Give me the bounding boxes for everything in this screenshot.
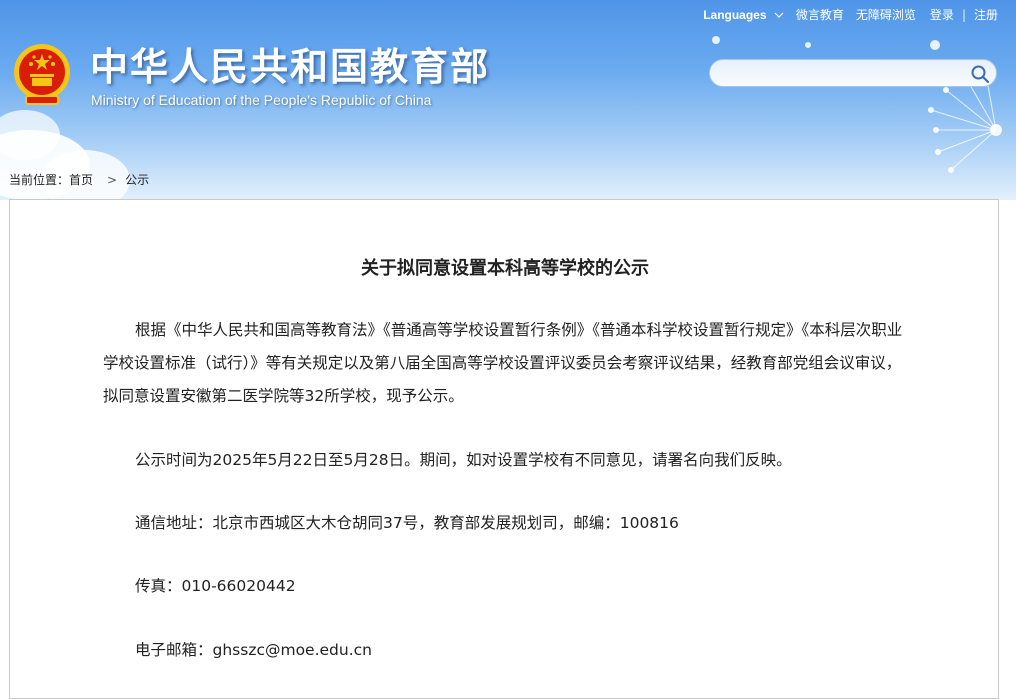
article-paragraph: 通信地址：北京市西城区大木仓胡同37号，教育部发展规划司，邮编：100816 bbox=[135, 514, 679, 532]
divider: | bbox=[961, 7, 966, 22]
login-link[interactable]: 登录 bbox=[930, 6, 954, 23]
languages-label: Languages bbox=[703, 7, 767, 22]
top-navigation: Languages 微言教育 无障碍浏览 登录 | 注册 bbox=[691, 6, 998, 23]
article-paragraph: 传真：010-66020442 bbox=[135, 577, 296, 595]
article-title: 关于拟同意设置本科高等学校的公示 bbox=[361, 258, 649, 279]
breadcrumb-prefix: 当前位置： bbox=[9, 173, 70, 187]
dandelion-decoration bbox=[928, 72, 1002, 173]
breadcrumb: 当前位置：首页 > 公示 bbox=[9, 171, 155, 188]
site-title[interactable]: 中华人民共和国教育部 bbox=[90, 44, 490, 90]
chevron-right-icon: > bbox=[107, 173, 118, 187]
breadcrumb-current[interactable]: 公示 bbox=[125, 173, 149, 187]
register-link[interactable]: 注册 bbox=[974, 6, 998, 23]
dandelion-seed bbox=[805, 42, 811, 48]
article-paragraph: 公示时间为2025年5月22日至5月28日。期间，如对设置学校有不同意见，请署名… bbox=[135, 451, 792, 469]
search-icon[interactable] bbox=[970, 64, 990, 84]
dandelion-seed bbox=[712, 36, 720, 44]
site-subtitle: Ministry of Education of the People's Re… bbox=[91, 92, 432, 108]
national-emblem-icon bbox=[14, 44, 70, 105]
site-header: 中华人民共和国教育部 Ministry of Education of the … bbox=[0, 0, 1016, 200]
breadcrumb-home[interactable]: 首页 bbox=[69, 173, 93, 187]
article-paragraph: 电子邮箱：ghsszc@moe.edu.cn bbox=[135, 641, 372, 659]
article-paragraph: 根据《中华人民共和国高等教育法》《普通高等学校设置暂行条例》《普通本科学校设置暂… bbox=[103, 321, 903, 405]
search-box bbox=[709, 59, 997, 87]
dandelion-seed bbox=[930, 40, 940, 50]
chevron-down-icon bbox=[774, 12, 784, 19]
search-input[interactable] bbox=[722, 64, 966, 84]
weiyan-link[interactable]: 微言教育 bbox=[796, 6, 844, 23]
accessible-browsing-link[interactable]: 无障碍浏览 bbox=[856, 6, 916, 23]
article-panel: 关于拟同意设置本科高等学校的公示 根据《中华人民共和国高等教育法》《普通高等学校… bbox=[9, 199, 999, 699]
languages-menu[interactable]: Languages bbox=[703, 8, 784, 22]
